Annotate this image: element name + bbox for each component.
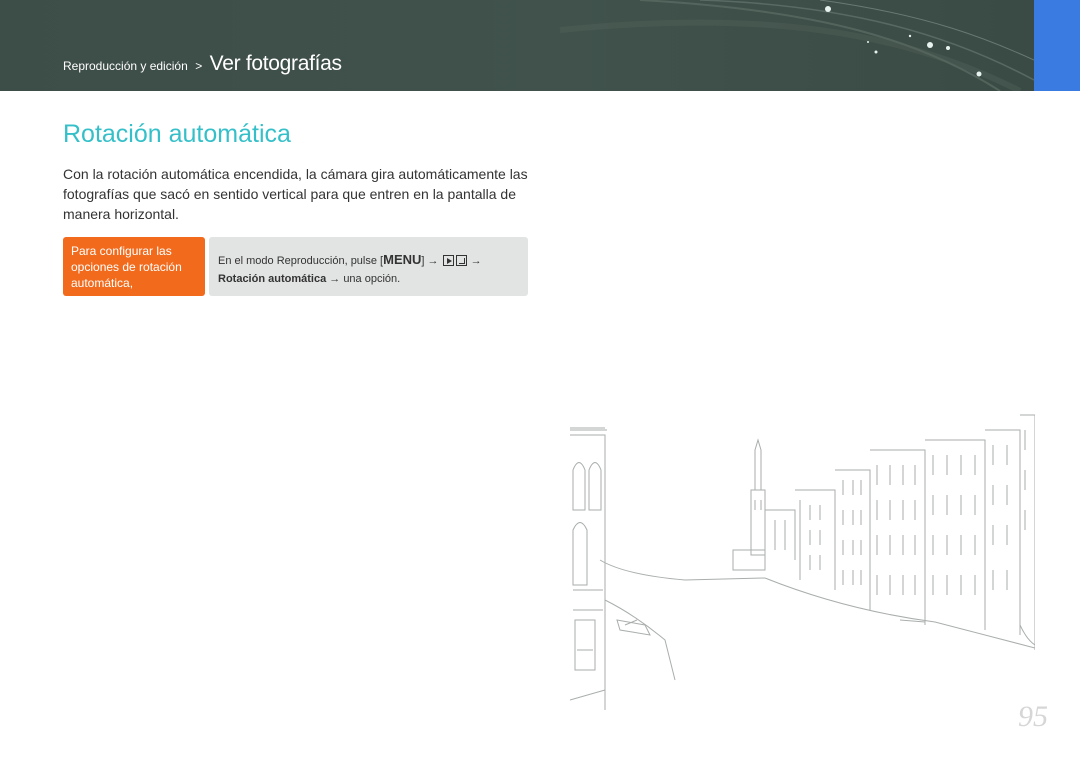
arrow-1: →: [427, 255, 439, 267]
venice-canal-illustration: [569, 414, 1035, 710]
step-close-bracket: ]: [421, 255, 425, 267]
menu-key-label: MENU: [383, 252, 422, 267]
option-name: Rotación automática: [218, 273, 327, 285]
edit-icon: [455, 255, 467, 266]
instruction-label: Para configurar las opciones de rotación…: [63, 237, 205, 296]
arrow-3: →: [329, 273, 341, 285]
instruction-line-2: Rotación automática → una opción.: [218, 270, 519, 288]
step-prefix: En el modo Reproducción, pulse [: [218, 255, 384, 267]
breadcrumb-section: Reproducción y edición: [63, 59, 188, 73]
intro-paragraph: Con la rotación automática encendida, la…: [63, 166, 528, 222]
chapter-tab: [1034, 0, 1080, 91]
breadcrumb-current-page: Ver fotografías: [209, 52, 342, 75]
step-suffix: una opción.: [343, 273, 401, 285]
breadcrumb: Reproducción y edición > Ver fotografías: [63, 52, 342, 76]
breadcrumb-separator: >: [195, 59, 203, 73]
instruction-box: Para configurar las opciones de rotación…: [63, 237, 528, 296]
section-title: Rotación automática: [63, 120, 291, 148]
playback-icon: [442, 255, 454, 266]
page-number: 95: [1018, 700, 1048, 733]
instruction-steps: En el modo Reproducción, pulse [MENU] → …: [209, 237, 528, 296]
instruction-line-1: En el modo Reproducción, pulse [MENU] → …: [218, 251, 519, 270]
page-header: Reproducción y edición > Ver fotografías: [0, 0, 1034, 91]
arrow-2: →: [470, 255, 482, 267]
header-light-streaks: [559, 0, 1034, 91]
